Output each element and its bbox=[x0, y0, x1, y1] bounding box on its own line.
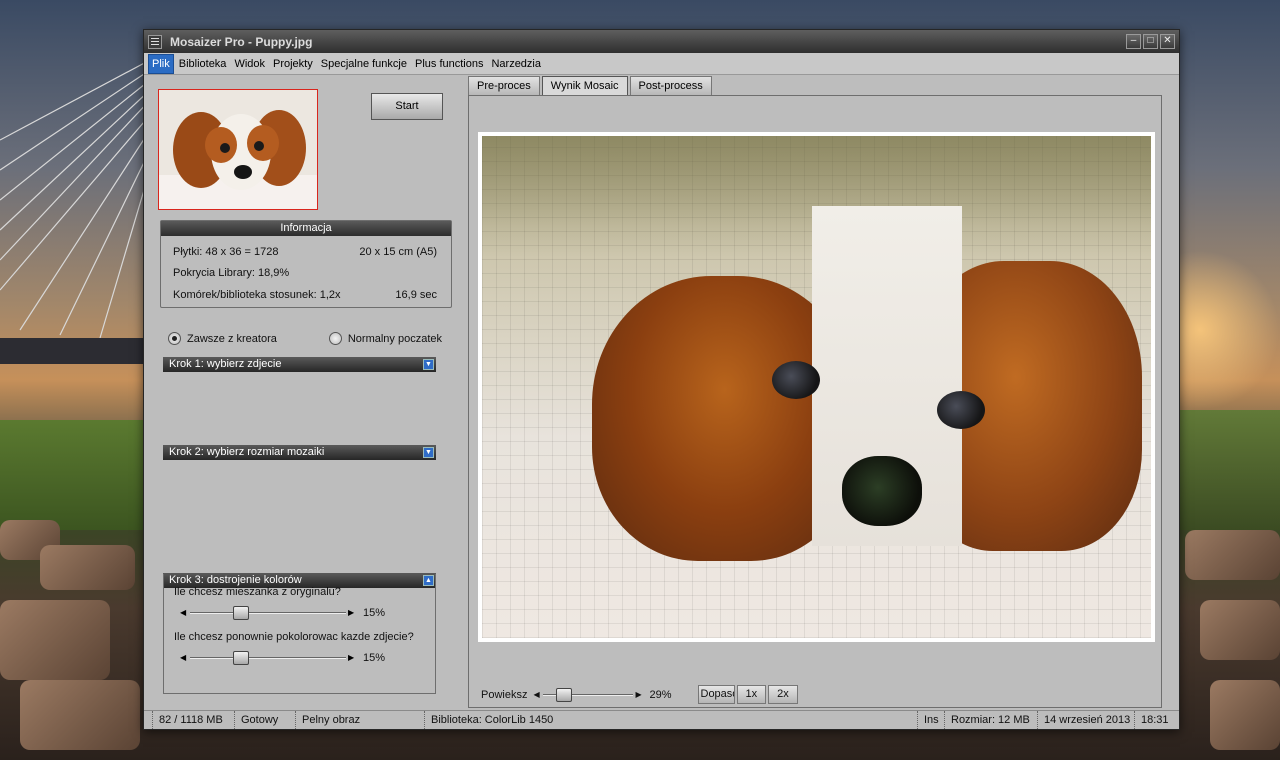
mosaic-image[interactable] bbox=[482, 136, 1151, 638]
menu-narzedzia[interactable]: Narzedzia bbox=[488, 55, 544, 73]
zoom-label: Powieksz bbox=[481, 688, 528, 701]
menu-widok[interactable]: Widok bbox=[231, 55, 268, 73]
tab-wynik-mosaic[interactable]: Wynik Mosaic bbox=[541, 76, 628, 96]
info-tiles: Płytki: 48 x 36 = 1728 bbox=[173, 246, 279, 258]
minimize-button[interactable]: – bbox=[1126, 34, 1141, 49]
chevron-down-icon[interactable]: ▼ bbox=[423, 359, 434, 370]
recolor-slider[interactable]: ◀ ▶ bbox=[180, 651, 356, 665]
puppy-thumbnail-image bbox=[159, 90, 317, 209]
slider-thumb[interactable] bbox=[233, 606, 249, 620]
wallpaper-rock bbox=[0, 600, 110, 680]
slider-thumb[interactable] bbox=[555, 687, 572, 702]
wallpaper-rock bbox=[40, 545, 135, 590]
step3-content: Ile chcesz mieszanka z oryginalu? ◀ ▶ 15… bbox=[163, 574, 436, 694]
menu-bar: Plik Biblioteka Widok Projekty Specjalne… bbox=[144, 53, 1179, 75]
zoom-value: 29% bbox=[649, 688, 672, 701]
blend-slider[interactable]: ◀ ▶ bbox=[180, 606, 356, 620]
info-library-coverage: Pokrycia Library: 18,9% bbox=[173, 267, 290, 279]
radio-dot bbox=[328, 332, 342, 345]
recolor-question: Ile chcesz ponownie pokolorowac kazde zd… bbox=[174, 631, 414, 643]
info-cell-ratio: Komórek/biblioteka stosunek: 1,2x bbox=[173, 289, 341, 301]
step1-label: Krok 1: wybierz zdjecie bbox=[169, 358, 282, 370]
system-menu-icon[interactable] bbox=[148, 34, 162, 49]
left-panel: Start Informacja Płytki: 48 x 36 = 1728 … bbox=[144, 75, 454, 711]
menu-plik[interactable]: Plik bbox=[148, 53, 174, 74]
wallpaper-rock bbox=[1185, 530, 1280, 580]
radio-always-wizard[interactable]: Zawsze z kreatora bbox=[168, 332, 277, 345]
status-memory: 82 / 1118 MB bbox=[152, 711, 223, 729]
tab-bar: Pre-proces Wynik Mosaic Post-process bbox=[468, 76, 714, 96]
result-area: Pre-proces Wynik Mosaic Post-process Pow… bbox=[468, 76, 1164, 712]
start-button[interactable]: Start bbox=[371, 93, 443, 120]
radio-normal-start[interactable]: Normalny poczatek bbox=[328, 332, 442, 345]
slider-track[interactable] bbox=[190, 612, 346, 614]
menu-projekty[interactable]: Projekty bbox=[270, 55, 316, 73]
tab-panel-mosaic: Powieksz ◀ ▶ 29% Dopasowa 1x 2x bbox=[468, 95, 1162, 708]
status-view: Pelny obraz bbox=[295, 711, 360, 729]
blend-value: 15% bbox=[363, 607, 386, 619]
status-date: 14 wrzesień 2013 bbox=[1037, 711, 1130, 729]
menu-specjalne-funkcje[interactable]: Specjalne funkcje bbox=[318, 55, 410, 73]
info-panel-title: Informacja bbox=[161, 221, 451, 236]
info-time: 16,9 sec bbox=[395, 289, 437, 301]
zoom-fit-button[interactable]: Dopasowa bbox=[697, 685, 735, 704]
slider-track[interactable] bbox=[190, 657, 346, 659]
blend-question: Ile chcesz mieszanka z oryginalu? bbox=[174, 586, 341, 598]
tab-post-process[interactable]: Post-process bbox=[629, 76, 712, 95]
menu-biblioteka[interactable]: Biblioteka bbox=[176, 55, 230, 73]
status-bar: 82 / 1118 MB Gotowy Pelny obraz Bibliote… bbox=[144, 710, 1179, 729]
zoom-slider[interactable]: ◀ ▶ bbox=[533, 687, 643, 702]
status-time: 18:31 bbox=[1134, 711, 1169, 729]
wallpaper-bridge bbox=[0, 60, 150, 339]
wallpaper-rock bbox=[1210, 680, 1280, 750]
slider-thumb[interactable] bbox=[233, 651, 249, 665]
slider-left-arrow-icon[interactable]: ◀ bbox=[180, 606, 188, 620]
radio-dot-selected bbox=[168, 332, 181, 345]
step2-header[interactable]: Krok 2: wybierz rozmiar mozaiki ▼ bbox=[163, 445, 436, 460]
close-button[interactable]: ✕ bbox=[1160, 34, 1175, 49]
slider-left-arrow-icon[interactable]: ◀ bbox=[533, 688, 541, 702]
status-size: Rozmiar: 12 MB bbox=[944, 711, 1030, 729]
mosaic-preview-frame bbox=[478, 132, 1155, 642]
slider-right-arrow-icon[interactable]: ▶ bbox=[348, 606, 356, 620]
slider-left-arrow-icon[interactable]: ◀ bbox=[180, 651, 188, 665]
radio-normal-start-label: Normalny poczatek bbox=[347, 332, 442, 345]
mosaic-nose bbox=[842, 456, 922, 526]
zoom-1x-button[interactable]: 1x bbox=[736, 685, 767, 704]
title-bar[interactable]: Mosaizer Pro - Puppy.jpg – □ ✕ bbox=[144, 30, 1179, 53]
wallpaper-rock bbox=[1200, 600, 1280, 660]
app-window: Mosaizer Pro - Puppy.jpg – □ ✕ Plik Bibl… bbox=[143, 29, 1180, 730]
step2-label: Krok 2: wybierz rozmiar mozaiki bbox=[169, 446, 325, 458]
wallpaper-grass-right bbox=[1180, 410, 1280, 530]
tab-pre-proces[interactable]: Pre-proces bbox=[468, 76, 540, 95]
slider-right-arrow-icon[interactable]: ▶ bbox=[635, 688, 643, 702]
chevron-down-icon[interactable]: ▼ bbox=[423, 447, 434, 458]
mosaic-left-eye bbox=[772, 361, 820, 399]
status-state: Gotowy bbox=[234, 711, 278, 729]
wallpaper-grass-left bbox=[0, 420, 145, 530]
status-ins: Ins bbox=[917, 711, 939, 729]
window-title: Mosaizer Pro - Puppy.jpg bbox=[170, 34, 313, 49]
wallpaper-rock bbox=[20, 680, 140, 750]
info-panel: Informacja Płytki: 48 x 36 = 1728 20 x 1… bbox=[160, 220, 452, 308]
zoom-2x-button[interactable]: 2x bbox=[768, 685, 798, 704]
radio-always-wizard-label: Zawsze z kreatora bbox=[187, 332, 277, 345]
wallpaper-bridge-deck bbox=[0, 338, 145, 364]
recolor-value: 15% bbox=[363, 652, 386, 664]
info-print-size: 20 x 15 cm (A5) bbox=[359, 246, 437, 258]
slider-right-arrow-icon[interactable]: ▶ bbox=[348, 651, 356, 665]
maximize-button[interactable]: □ bbox=[1143, 34, 1158, 49]
menu-plus-functions[interactable]: Plus functions bbox=[412, 55, 486, 73]
status-library: Biblioteka: ColorLib 1450 bbox=[424, 711, 553, 729]
source-thumbnail[interactable] bbox=[158, 89, 318, 210]
step1-header[interactable]: Krok 1: wybierz zdjecie ▼ bbox=[163, 357, 436, 372]
start-mode-group: Zawsze z kreatora Normalny poczatek bbox=[168, 332, 442, 345]
mosaic-right-eye bbox=[937, 391, 985, 429]
zoom-controls: Powieksz ◀ ▶ 29% Dopasowa 1x 2x bbox=[481, 685, 800, 704]
